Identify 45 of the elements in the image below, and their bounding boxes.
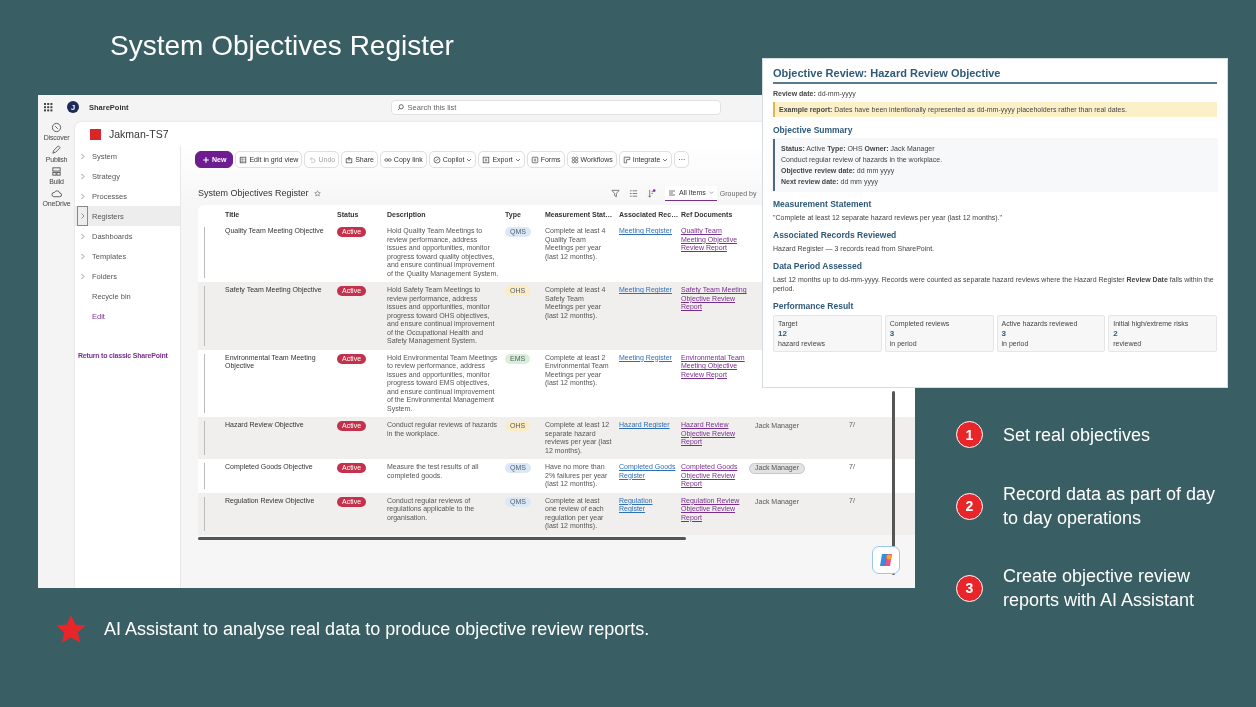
report-title: Objective Review: Hazard Review Objective [773, 67, 1217, 84]
step-number: 2 [956, 492, 983, 520]
section-heading: Associated Records Reviewed [773, 230, 898, 240]
list-view-icon[interactable] [629, 188, 638, 198]
layout-icon [51, 166, 62, 177]
link-icon [383, 155, 392, 164]
sort-icon[interactable] [647, 188, 656, 198]
caret-icon [514, 156, 521, 163]
metric-value: 3 [889, 329, 896, 338]
site-name[interactable]: Jakman-TS7 [109, 128, 169, 140]
favorite-star-icon[interactable] [313, 189, 321, 197]
section-heading: Objective Summary [773, 125, 854, 135]
site-logo-icon [90, 128, 101, 140]
footnote: AI Assistant to analyse real data to produce objective review reports. [104, 618, 650, 640]
cloud-icon [51, 188, 62, 199]
list-title: System Objectives Register [198, 188, 309, 198]
caret-icon [662, 156, 669, 163]
grid-icon [239, 155, 248, 164]
section-heading: Performance Result [773, 301, 855, 311]
undo-icon [308, 155, 317, 164]
step-text: Set real objectives [1003, 423, 1152, 447]
lines-icon [668, 188, 676, 197]
metric-value: 12 [778, 329, 788, 338]
caret-icon [466, 156, 473, 163]
section-heading: Measurement Statement [773, 199, 873, 209]
step-text: Record data as part of day to day operations [1003, 483, 1217, 530]
metric-value: 2 [1113, 329, 1119, 338]
compass-icon [51, 122, 62, 133]
pen-icon [51, 144, 62, 155]
caret-icon [708, 190, 714, 195]
filter-icon[interactable] [611, 188, 620, 198]
app-launcher-icon[interactable] [44, 102, 53, 112]
step-text: Create objective review reports with AI Assistant [1003, 565, 1196, 612]
search-icon [396, 103, 404, 111]
section-heading: Data Period Assessed [773, 261, 863, 271]
metric-value: 3 [1001, 329, 1007, 338]
star-icon [55, 614, 87, 644]
plus-icon [202, 155, 210, 164]
share-icon [345, 155, 354, 164]
slide-title: System Objectives Register [110, 30, 454, 62]
chevron-icon [78, 207, 87, 225]
scrollbar[interactable] [198, 536, 686, 540]
step-number: 3 [956, 574, 983, 602]
step-number: 1 [956, 421, 983, 448]
copilot-button[interactable] [872, 546, 900, 574]
